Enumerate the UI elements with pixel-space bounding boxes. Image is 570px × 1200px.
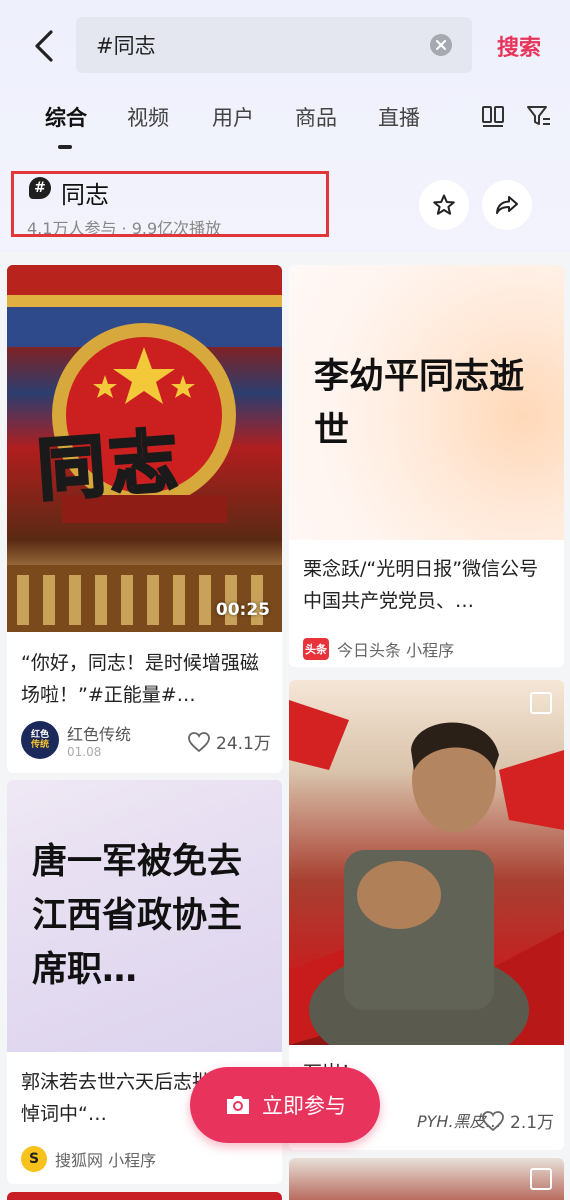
source-row[interactable]: 头条 今日头条 小程序: [303, 637, 454, 661]
topic-highlight-box: [11, 171, 329, 237]
tab-live[interactable]: 直播: [378, 102, 420, 132]
video-card[interactable]: [7, 1192, 282, 1200]
camera-icon: [227, 1096, 249, 1114]
tab-all[interactable]: 综合: [45, 102, 87, 132]
image-thumbnail: [289, 680, 564, 1045]
search-input[interactable]: [96, 33, 416, 57]
favorite-button[interactable]: [419, 180, 469, 230]
gallery-icon: [530, 1168, 552, 1190]
article-headline: 唐一军被免去江西省政协主席职…: [32, 842, 243, 990]
source-name: 搜狐网 小程序: [55, 1151, 157, 1170]
tab-products[interactable]: 商品: [295, 102, 337, 132]
results-grid: 同志 00:25 “你好，同志！是时候增强磁场啦！”#正能量#… 红色 传统 红…: [0, 252, 570, 1200]
article-card[interactable]: 李幼平同志逝世 栗念跃/“光明日报”微信公号中国共产党党员、… 头条 今日头条 …: [289, 265, 564, 667]
like-count[interactable]: 24.1万: [187, 729, 271, 754]
clear-icon[interactable]: [430, 34, 452, 56]
filter-icon[interactable]: [526, 104, 552, 132]
source-name: 今日头条 小程序: [337, 641, 455, 660]
avatar: 红色 传统: [21, 721, 59, 759]
top-bar: 搜索 综合 视频 用户 商品 直播 # 同志 4.1万人参与 · 9.9亿次播放: [0, 0, 570, 250]
tab-users[interactable]: 用户: [212, 102, 254, 132]
image-card[interactable]: [289, 1158, 564, 1200]
article-thumbnail: 李幼平同志逝世: [289, 265, 564, 540]
article-thumbnail: 唐一军被免去江西省政协主席职…: [7, 780, 282, 1052]
article-headline: 李幼平同志逝世: [314, 357, 525, 451]
sohu-logo-icon: S: [21, 1146, 47, 1172]
gallery-icon: [530, 692, 552, 714]
heart-icon: [482, 1110, 504, 1131]
active-tab-indicator: [58, 145, 72, 149]
thumbnail-caption: 同志: [33, 421, 185, 513]
layout-toggle-icon[interactable]: [481, 104, 505, 132]
author-name: 红色传统: [67, 725, 132, 744]
tab-videos[interactable]: 视频: [127, 102, 169, 132]
card-title: “你好，同志！是时候增强磁场啦！”#正能量#…: [21, 652, 259, 706]
back-button[interactable]: [26, 26, 62, 66]
tab-overflow-fade: [450, 96, 480, 136]
search-button[interactable]: 搜索: [497, 30, 541, 62]
like-count[interactable]: 2.1万: [481, 1108, 554, 1133]
back-arrow-icon: [35, 30, 53, 62]
join-topic-button[interactable]: 立即参与: [190, 1067, 380, 1143]
share-button[interactable]: [482, 180, 532, 230]
share-arrow-icon: [496, 196, 518, 214]
video-card[interactable]: 同志 00:25 “你好，同志！是时候增强磁场啦！”#正能量#… 红色 传统 红…: [7, 265, 282, 773]
source-row[interactable]: S 搜狐网 小程序: [21, 1146, 156, 1172]
toutiao-logo-icon: 头条: [303, 638, 329, 660]
video-duration: 00:25: [215, 600, 270, 620]
video-thumbnail: 同志: [7, 265, 282, 632]
author-row[interactable]: 红色 传统 红色传统 01.08: [21, 721, 131, 759]
post-date: 01.08: [67, 745, 102, 759]
join-topic-label: 立即参与: [262, 1094, 346, 1118]
card-title: 栗念跃/“光明日报”微信公号中国共产党党员、…: [303, 558, 539, 612]
search-box[interactable]: [76, 17, 472, 73]
heart-icon: [188, 731, 210, 752]
star-icon: [433, 194, 455, 215]
